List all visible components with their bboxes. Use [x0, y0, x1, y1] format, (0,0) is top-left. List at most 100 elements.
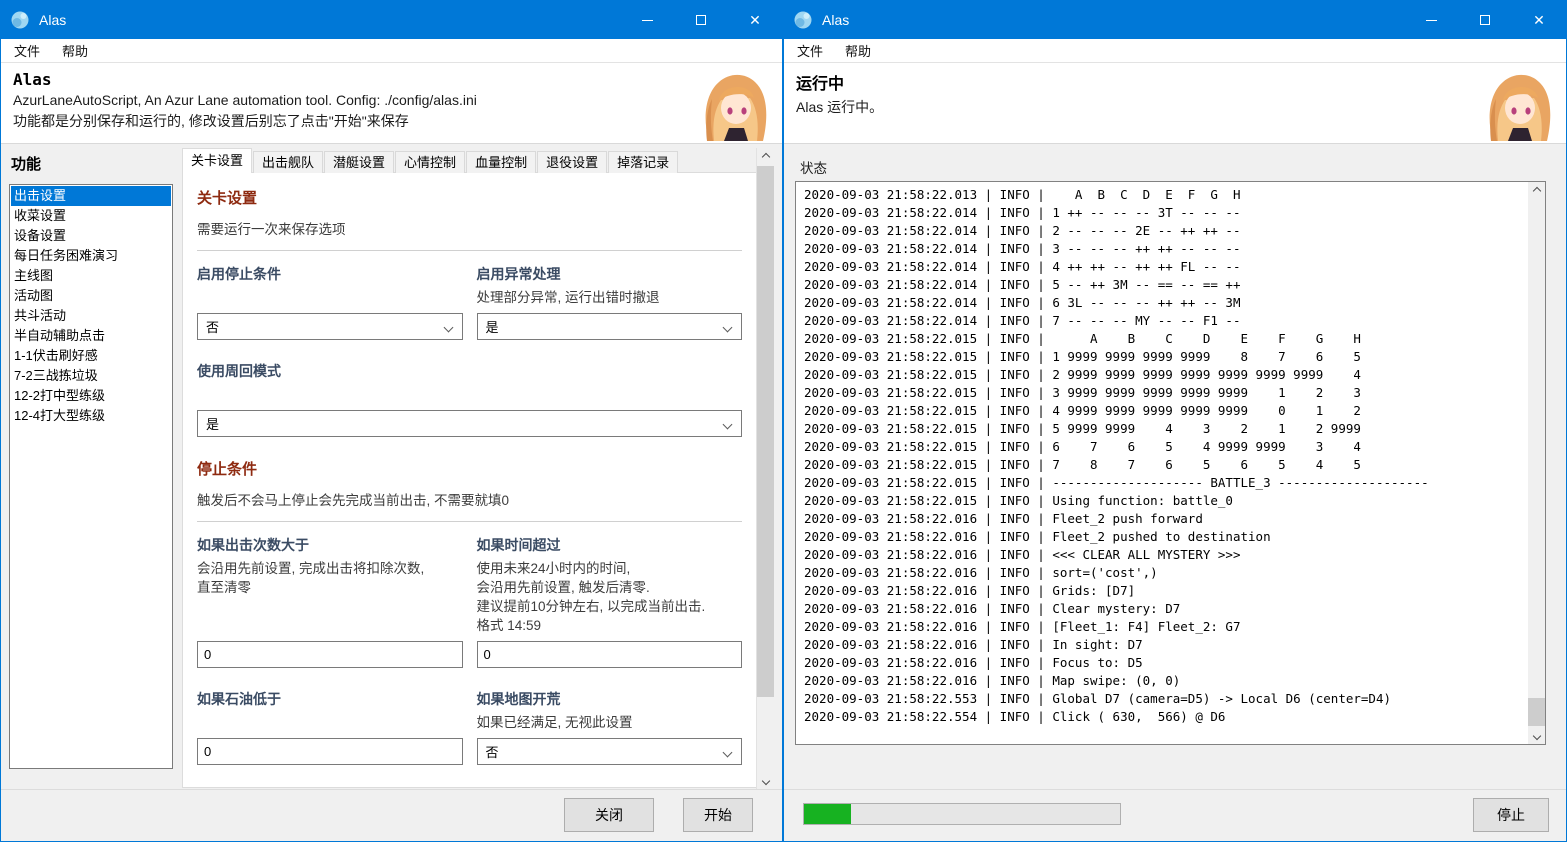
- maximize-button[interactable]: [674, 1, 728, 39]
- log-line: 2020-09-03 21:58:22.015 | INFO | 1 9999 …: [804, 349, 1361, 364]
- log-line: 2020-09-03 21:58:22.014 | INFO | 2 -- --…: [804, 223, 1241, 238]
- tab-3[interactable]: 心情控制: [395, 151, 466, 173]
- app-header: Alas AzurLaneAutoScript, An Azur Lane au…: [1, 63, 782, 144]
- app-title: Alas: [13, 70, 52, 89]
- tab-5[interactable]: 退役设置: [537, 151, 608, 173]
- form-scrollbar[interactable]: [756, 148, 774, 789]
- field-label: 如果地图开荒: [476, 691, 561, 707]
- field-enable-stop: 启用停止条件 否: [197, 264, 463, 340]
- scroll-down-icon[interactable]: [757, 772, 774, 789]
- sidebar-item[interactable]: 共斗活动: [11, 306, 171, 326]
- if-count-input[interactable]: [197, 641, 463, 668]
- sidebar-item[interactable]: 半自动辅助点击: [11, 326, 171, 346]
- tab-6[interactable]: 掉落记录: [608, 151, 679, 173]
- menu-help[interactable]: 帮助: [59, 39, 91, 62]
- log-line: 2020-09-03 21:58:22.015 | INFO | 2 9999 …: [804, 367, 1361, 382]
- sidebar-item[interactable]: 活动图: [11, 286, 171, 306]
- log-line: 2020-09-03 21:58:22.013 | INFO | A B C D…: [804, 187, 1241, 202]
- app-subtitle: AzurLaneAutoScript, An Azur Lane automat…: [13, 92, 477, 108]
- log-line: 2020-09-03 21:58:22.016 | INFO | <<< CLE…: [804, 547, 1241, 562]
- log-line: 2020-09-03 21:58:22.015 | INFO | Using f…: [804, 493, 1233, 508]
- tab-2[interactable]: 潜艇设置: [324, 151, 395, 173]
- if-time-input[interactable]: [476, 641, 742, 668]
- field-label: 启用停止条件: [197, 266, 281, 282]
- run-status-title: 运行中: [796, 76, 845, 93]
- scroll-up-icon[interactable]: [1528, 182, 1545, 199]
- enable-stop-select[interactable]: 否: [197, 313, 463, 340]
- close-app-button[interactable]: 关闭: [564, 798, 654, 832]
- menu-file[interactable]: 文件: [794, 39, 826, 62]
- runner-main: 状态 2020-09-03 21:58:22.013 | INFO | A B …: [784, 144, 1566, 841]
- log-line: 2020-09-03 21:58:22.014 | INFO | 5 -- ++…: [804, 277, 1241, 292]
- settings-form: 关卡设置 需要运行一次来保存选项 启用停止条件 否 启用异常处理 处理部分异常,…: [182, 172, 757, 788]
- field-desc: 处理部分异常, 运行出错时撤退: [476, 290, 660, 305]
- window-title: Alas: [822, 12, 850, 28]
- log-line: 2020-09-03 21:58:22.553 | INFO | Global …: [804, 691, 1391, 706]
- sidebar-item[interactable]: 主线图: [11, 266, 171, 286]
- app-icon: [11, 11, 29, 29]
- bottom-bar: 停止: [784, 789, 1566, 841]
- start-button[interactable]: 开始: [683, 798, 753, 832]
- minimize-button[interactable]: [620, 1, 674, 39]
- sidebar-item[interactable]: 12-4打大型练级: [11, 406, 171, 426]
- minimize-icon: [1425, 19, 1437, 21]
- log-lines: 2020-09-03 21:58:22.013 | INFO | A B C D…: [804, 186, 1525, 742]
- enable-exception-select[interactable]: 是: [476, 313, 742, 340]
- select-value: 否: [485, 745, 499, 760]
- desktop: Alas ✕ 文件 帮助 Alas AzurLaneAutoScript, An…: [0, 0, 1567, 842]
- log-line: 2020-09-03 21:58:22.014 | INFO | 7 -- --…: [804, 313, 1241, 328]
- log-scrollbar[interactable]: [1528, 182, 1545, 744]
- if-map-select[interactable]: 否: [476, 738, 742, 765]
- tab-1[interactable]: 出击舰队: [253, 151, 324, 173]
- tab-0[interactable]: 关卡设置: [182, 148, 253, 173]
- menu-help[interactable]: 帮助: [842, 39, 874, 62]
- field-label: 使用周回模式: [197, 363, 281, 379]
- tab-4[interactable]: 血量控制: [466, 151, 537, 173]
- sidebar-item[interactable]: 收菜设置: [11, 206, 171, 226]
- sidebar-item[interactable]: 1-1伏击刷好感: [11, 346, 171, 366]
- sidebar-list[interactable]: 出击设置 收菜设置 设备设置 每日任务困难演习 主线图 活动图 共斗活动 半自动辅助点击 1-1…: [9, 184, 173, 769]
- menu-file[interactable]: 文件: [11, 39, 43, 62]
- window-title: Alas: [39, 12, 67, 28]
- sidebar-item[interactable]: 出击设置: [11, 186, 171, 206]
- scrollbar-thumb[interactable]: [757, 166, 774, 697]
- minimize-icon: [641, 19, 653, 21]
- sidebar-item[interactable]: 每日任务困难演习: [11, 246, 171, 266]
- log-line: 2020-09-03 21:58:22.015 | INFO | 6 7 6 5…: [804, 439, 1361, 454]
- field-desc: 使用未来24小时内的时间, 会沿用先前设置, 触发后清零. 建议提前10分钟左右…: [476, 561, 706, 633]
- log-line: 2020-09-03 21:58:22.016 | INFO | [Fleet_…: [804, 619, 1241, 634]
- log-line: 2020-09-03 21:58:22.016 | INFO | Map swi…: [804, 673, 1181, 688]
- field-desc: 如果已经满足, 无视此设置: [476, 715, 633, 730]
- sidebar-item[interactable]: 设备设置: [11, 226, 171, 246]
- chevron-down-icon: [722, 322, 733, 333]
- log-line: 2020-09-03 21:58:22.014 | INFO | 1 ++ --…: [804, 205, 1241, 220]
- maximize-button[interactable]: [1458, 1, 1512, 39]
- section-desc: 触发后不会马上停止会先完成当前出击, 不需要就填0: [197, 493, 510, 508]
- scrollbar-thumb[interactable]: [1528, 698, 1545, 726]
- stop-button[interactable]: 停止: [1473, 798, 1549, 832]
- field-label: 如果时间超过: [476, 537, 561, 553]
- use-loop-select[interactable]: 是: [197, 410, 742, 437]
- titlebar[interactable]: Alas ✕: [784, 1, 1566, 39]
- progress-bar: [803, 803, 1121, 825]
- close-button[interactable]: ✕: [728, 1, 782, 39]
- divider: [197, 521, 742, 522]
- log-box: 2020-09-03 21:58:22.013 | INFO | A B C D…: [795, 181, 1546, 745]
- settings-main: 功能 出击设置 收菜设置 设备设置 每日任务困难演习 主线图 活动图 共斗活动 半自动辅助点击…: [1, 144, 782, 841]
- maximize-icon: [1480, 15, 1490, 25]
- app-header: 运行中 Alas 运行中。: [784, 63, 1566, 144]
- if-oil-input[interactable]: [197, 738, 463, 765]
- scroll-up-icon[interactable]: [757, 148, 774, 165]
- sidebar-item[interactable]: 12-2打中型练级: [11, 386, 171, 406]
- minimize-button[interactable]: [1404, 1, 1458, 39]
- scroll-down-icon[interactable]: [1528, 727, 1545, 744]
- run-status-subtitle: Alas 运行中。: [796, 99, 884, 115]
- log-line: 2020-09-03 21:58:22.014 | INFO | 3 -- --…: [804, 241, 1241, 256]
- close-button[interactable]: ✕: [1512, 1, 1566, 39]
- field-enable-exception: 启用异常处理 处理部分异常, 运行出错时撤退 是: [476, 264, 742, 340]
- status-label: 状态: [800, 161, 827, 176]
- chevron-down-icon: [722, 419, 733, 430]
- sidebar-item[interactable]: 7-2三战拣垃圾: [11, 366, 171, 386]
- field-if-time: 如果时间超过 使用未来24小时内的时间, 会沿用先前设置, 触发后清零. 建议提…: [476, 535, 742, 668]
- titlebar[interactable]: Alas ✕: [1, 1, 782, 39]
